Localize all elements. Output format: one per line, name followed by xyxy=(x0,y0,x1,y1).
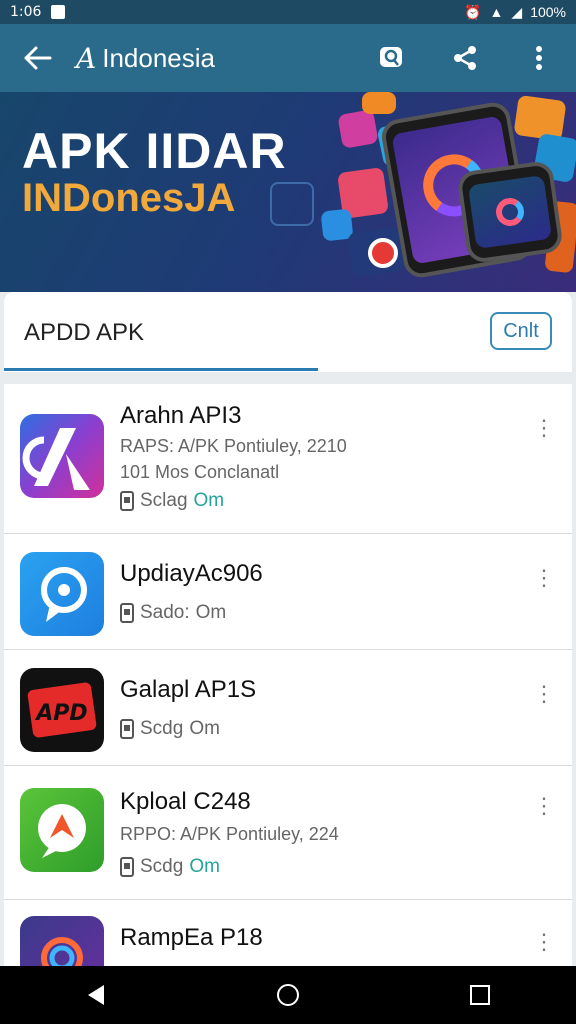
app-bar: A Indonesia xyxy=(0,24,576,92)
app-name: RampEa P18 xyxy=(120,924,263,951)
app-list: Arahn API3 RAPS: A/PK Pontiuley, 2210 10… xyxy=(4,384,572,966)
device-icon xyxy=(120,857,134,877)
status-bar: 1:06 ⏰ ▲ ◢ 100% xyxy=(0,0,576,24)
list-item[interactable]: RampEa P18 ⋮ xyxy=(4,900,572,966)
app-tile-decoration xyxy=(337,109,379,149)
tab-indicator xyxy=(4,368,318,371)
arrow-left-icon[interactable] xyxy=(0,24,76,92)
app-tile-decoration xyxy=(362,92,396,114)
filter-chip[interactable]: Cnlt xyxy=(490,312,552,350)
list-item[interactable]: UpdiayAc906 Sado: Om ⋮ xyxy=(4,534,572,650)
hero-banner[interactable]: APK IIDAR INDonesJA xyxy=(0,92,576,292)
app-icon xyxy=(20,414,104,498)
app-name: Galapl AP1S xyxy=(120,676,257,703)
app-icon xyxy=(20,788,104,872)
battery-level: 100% xyxy=(530,4,566,20)
back-nav-icon[interactable] xyxy=(66,966,126,1024)
app-name: Kploal C248 xyxy=(120,788,251,815)
signal-icon: ◢ xyxy=(511,3,523,20)
list-item[interactable]: Kploal C248 RPPO: A/PK Pontiuley, 224 Sc… xyxy=(4,766,572,900)
tab-apdd-apk[interactable]: APDD APK xyxy=(24,319,144,347)
app-title: Indonesia xyxy=(102,42,215,73)
app-bar-actions xyxy=(354,24,576,92)
phone-illustration xyxy=(456,159,564,265)
app-meta: Sclag Om xyxy=(120,490,224,512)
list-item[interactable]: Arahn API3 RAPS: A/PK Pontiuley, 2210 10… xyxy=(4,384,572,534)
device-icon xyxy=(120,719,134,739)
recents-nav-icon[interactable] xyxy=(450,966,510,1024)
device-icon xyxy=(120,603,134,623)
app-tile-decoration xyxy=(270,182,314,226)
share-icon[interactable] xyxy=(428,24,502,92)
app-name: Arahn API3 xyxy=(120,402,242,429)
wifi-icon: ▲ xyxy=(489,4,504,20)
app-meta: Sado: Om xyxy=(120,602,226,624)
system-nav-bar xyxy=(0,966,576,1024)
hero-subtitle: INDonesJA xyxy=(22,176,236,220)
more-vert-icon[interactable]: ⋮ xyxy=(530,410,558,446)
app-description: 101 Mos Conclanatl xyxy=(120,462,280,482)
more-vert-icon[interactable]: ⋮ xyxy=(530,924,558,960)
app-logo-icon: A xyxy=(76,41,97,75)
list-item[interactable]: APD Galapl AP1S Scdg Om ⋮ xyxy=(4,650,572,766)
more-vert-icon[interactable]: ⋮ xyxy=(530,788,558,824)
sim-icon xyxy=(51,5,66,19)
home-nav-icon[interactable] xyxy=(258,966,318,1024)
app-tile-decoration xyxy=(513,94,567,142)
app-icon: APD xyxy=(20,668,104,752)
status-time: 1:06 xyxy=(10,4,42,20)
app-name: UpdiayAc906 xyxy=(120,560,263,587)
app-meta: Scdg Om xyxy=(120,856,220,878)
record-icon xyxy=(368,238,398,268)
app-icon xyxy=(20,552,104,636)
search-icon[interactable] xyxy=(354,24,428,92)
app-description: RAPS: A/PK Pontiuley, 2210 xyxy=(120,436,347,456)
more-vert-icon[interactable]: ⋮ xyxy=(530,676,558,712)
device-icon xyxy=(120,491,134,511)
more-vert-icon[interactable]: ⋮ xyxy=(530,560,558,596)
status-icons: ⏰ ▲ ◢ 100% xyxy=(464,4,566,21)
hero-title: APK IIDAR xyxy=(22,123,287,179)
app-meta: Scdg Om xyxy=(120,718,220,740)
app-description: RPPO: A/PK Pontiuley, 224 xyxy=(120,824,339,844)
svg-text:APD: APD xyxy=(34,701,87,726)
app-icon xyxy=(20,916,104,966)
alarm-icon: ⏰ xyxy=(464,3,482,20)
tab-bar: APDD APK Cnlt xyxy=(4,292,572,372)
more-vert-icon[interactable] xyxy=(502,24,576,92)
